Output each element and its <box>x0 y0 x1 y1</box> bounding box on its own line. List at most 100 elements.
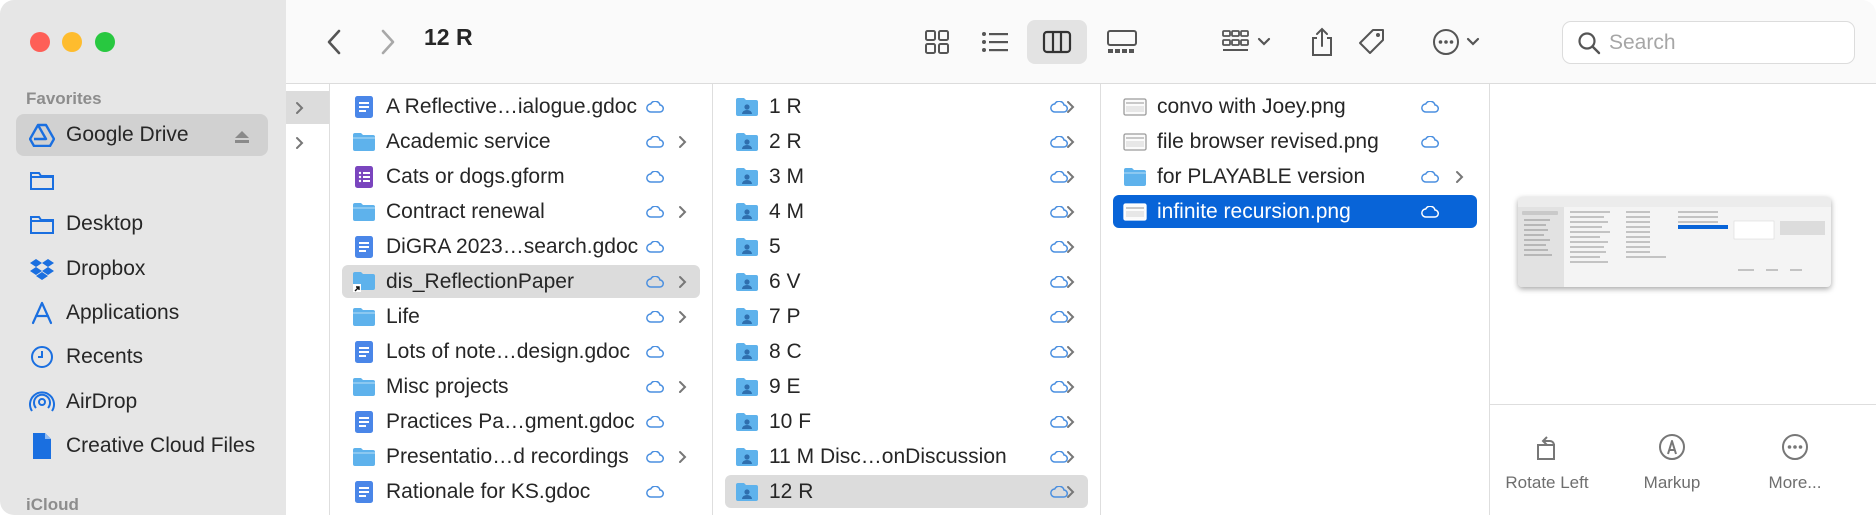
tags-button[interactable] <box>1350 20 1394 64</box>
cloud-icon <box>646 275 664 288</box>
folder-row[interactable]: 11 M Disc…onDiscussion <box>713 440 1100 473</box>
item-label: 5 <box>769 234 781 258</box>
file-thumbnail[interactable] <box>1518 197 1831 287</box>
sidebar-item-folder[interactable] <box>16 159 268 201</box>
cloud-icon <box>646 100 664 113</box>
sidebar-item-airdrop[interactable]: AirDrop <box>16 381 268 423</box>
file-row[interactable]: file browser revised.png <box>1101 125 1489 158</box>
shared-folder-icon <box>735 129 759 155</box>
search-field[interactable] <box>1562 21 1855 64</box>
chevron-right-icon <box>678 205 688 219</box>
share-button[interactable] <box>1302 20 1342 64</box>
file-row[interactable]: Lots of note…design.gdoc <box>330 335 712 368</box>
search-input[interactable] <box>1609 30 1839 55</box>
chevron-right-icon <box>1066 240 1076 254</box>
file-row[interactable]: Rationale for KS.gdoc <box>330 475 712 508</box>
minimize-window-button[interactable] <box>62 32 82 52</box>
gallery-view-button[interactable] <box>1096 20 1148 64</box>
markup-icon <box>1617 427 1727 467</box>
search-icon <box>1578 31 1601 54</box>
chevron-right-icon <box>1066 485 1076 499</box>
file-row[interactable]: Cats or dogs.gform <box>330 160 712 193</box>
sidebar-item-google-drive[interactable]: Google Drive <box>16 114 268 156</box>
rotate-left-action[interactable]: Rotate Left <box>1492 427 1602 493</box>
folder-row[interactable]: 4 M <box>713 195 1100 228</box>
grid-icon <box>925 30 949 54</box>
group-icon <box>1222 30 1249 51</box>
thumbnail-image <box>1518 197 1831 287</box>
list-view-button[interactable] <box>970 20 1020 64</box>
folder-icon <box>28 166 56 194</box>
item-label: Lots of note…design.gdoc <box>386 339 631 363</box>
chevron-right-icon <box>1066 205 1076 219</box>
group-by-button[interactable] <box>1216 20 1276 64</box>
file-row[interactable]: infinite recursion.png <box>1113 195 1477 228</box>
desktop-folder-icon <box>28 210 56 238</box>
shared-folder-icon <box>735 164 759 190</box>
google-form-icon <box>352 164 376 190</box>
item-label: Contract renewal <box>386 199 545 223</box>
applications-icon <box>28 299 56 327</box>
sidebar-item-recents[interactable]: Recents <box>16 336 268 378</box>
columns-icon <box>1042 30 1072 54</box>
preview-pane: Rotate Left Markup More... <box>1490 84 1876 515</box>
cloud-icon <box>1421 170 1439 183</box>
file-row[interactable]: Academic service <box>330 125 712 158</box>
item-label: Practices Pa…gment.gdoc <box>386 409 635 433</box>
file-row[interactable]: Contract renewal <box>330 195 712 228</box>
file-row[interactable]: Presentatio…d recordings <box>330 440 712 473</box>
back-button[interactable] <box>316 20 352 64</box>
folder-row[interactable]: 9 E <box>713 370 1100 403</box>
sidebar-item-applications[interactable]: Applications <box>16 292 268 334</box>
sidebar-item-creative-cloud[interactable]: Creative Cloud Files <box>16 425 268 467</box>
folder-row[interactable]: 2 R <box>713 125 1100 158</box>
cloud-icon <box>646 205 664 218</box>
cloud-icon <box>1421 135 1439 148</box>
cloud-icon <box>646 170 664 183</box>
folder-row[interactable]: 12 R <box>725 475 1088 508</box>
folder-row[interactable]: 7 P <box>713 300 1100 333</box>
more-action[interactable]: More... <box>1740 427 1850 493</box>
folder-row[interactable]: 1 R <box>713 90 1100 123</box>
parent-row-selected[interactable] <box>286 91 329 124</box>
file-row[interactable]: Practices Pa…gment.gdoc <box>330 405 712 438</box>
more-label: More... <box>1768 473 1822 492</box>
forward-button[interactable] <box>370 20 406 64</box>
markup-label: Markup <box>1643 473 1701 492</box>
item-label: 4 M <box>769 199 805 223</box>
quick-actions-bar: Rotate Left Markup More... <box>1490 404 1876 515</box>
file-row[interactable]: dis_ReflectionPaper <box>342 265 700 298</box>
sidebar-item-label: Dropbox <box>66 257 146 280</box>
eject-icon[interactable] <box>234 126 250 150</box>
folder-row[interactable]: 8 C <box>713 335 1100 368</box>
sidebar-item-desktop[interactable]: Desktop <box>16 203 268 245</box>
folder-icon <box>352 304 376 330</box>
close-window-button[interactable] <box>30 32 50 52</box>
more-actions-button[interactable] <box>1426 20 1486 64</box>
file-row[interactable]: DiGRA 2023…search.gdoc <box>330 230 712 263</box>
favorites-section-label: Favorites <box>26 89 102 108</box>
column-view-button[interactable] <box>1027 20 1087 64</box>
markup-action[interactable]: Markup <box>1617 427 1727 493</box>
google-doc-icon <box>352 479 376 505</box>
file-row[interactable]: Life <box>330 300 712 333</box>
item-label: 10 F <box>769 409 812 433</box>
file-row[interactable]: convo with Joey.png <box>1101 90 1489 123</box>
share-icon <box>1312 27 1332 56</box>
column-12-r: convo with Joey.png file browser revised.… <box>1101 84 1490 515</box>
sidebar-item-dropbox[interactable]: Dropbox <box>16 248 268 290</box>
icon-view-button[interactable] <box>914 20 960 64</box>
folder-row[interactable]: 6 V <box>713 265 1100 298</box>
cloud-icon <box>646 345 664 358</box>
cloud-icon <box>1421 100 1439 113</box>
folder-row[interactable]: 5 <box>713 230 1100 263</box>
item-label: 8 C <box>769 339 802 363</box>
zoom-window-button[interactable] <box>95 32 115 52</box>
parent-row[interactable] <box>286 126 329 159</box>
folder-row[interactable]: 10 F <box>713 405 1100 438</box>
file-row[interactable]: A Reflective…ialogue.gdoc <box>330 90 712 123</box>
folder-row[interactable]: 3 M <box>713 160 1100 193</box>
cloud-icon <box>646 485 664 498</box>
file-row[interactable]: for PLAYABLE version <box>1101 160 1489 193</box>
file-row[interactable]: Misc projects <box>330 370 712 403</box>
